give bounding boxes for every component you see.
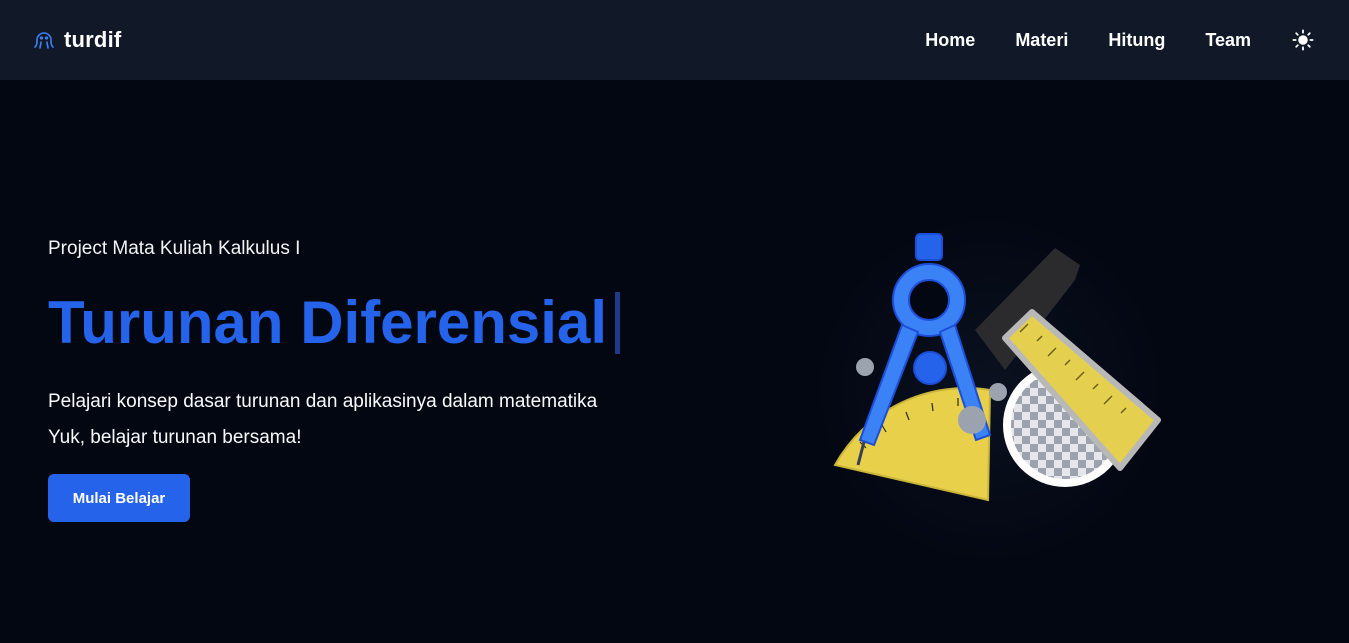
hero-headline-text: Turunan Diferensial xyxy=(48,289,607,356)
nav-materi[interactable]: Materi xyxy=(1015,30,1068,51)
hero-subtitle: Project Mata Kuliah Kalkulus I xyxy=(48,238,301,259)
hero-section: Project Mata Kuliah Kalkulus I Turunan D… xyxy=(48,236,688,522)
hero-headline: Turunan Diferensial xyxy=(48,288,688,358)
hero-description-line: Pelajari konsep dasar turunan dan aplika… xyxy=(48,391,598,412)
brand-name: turdif xyxy=(64,27,122,52)
octopus-icon xyxy=(32,28,56,52)
sun-icon xyxy=(1292,29,1314,51)
theme-toggle-button[interactable] xyxy=(1289,26,1317,54)
geometry-tools-icon xyxy=(790,215,1190,570)
nav-home[interactable]: Home xyxy=(925,30,975,51)
brand-link[interactable]: turdif xyxy=(32,27,121,53)
typing-cursor xyxy=(614,292,620,354)
main-nav: Home Materi Hitung Team xyxy=(925,26,1317,54)
hero-description-line: Yuk, belajar turunan bersama! xyxy=(48,427,302,448)
nav-team[interactable]: Team xyxy=(1205,30,1251,51)
nav-hitung[interactable]: Hitung xyxy=(1108,30,1165,51)
start-learning-button[interactable]: Mulai Belajar xyxy=(48,474,190,522)
hero-description: Pelajari konsep dasar turunan dan aplika… xyxy=(48,384,688,456)
navbar: turdif Home Materi Hitung Team xyxy=(0,0,1349,80)
